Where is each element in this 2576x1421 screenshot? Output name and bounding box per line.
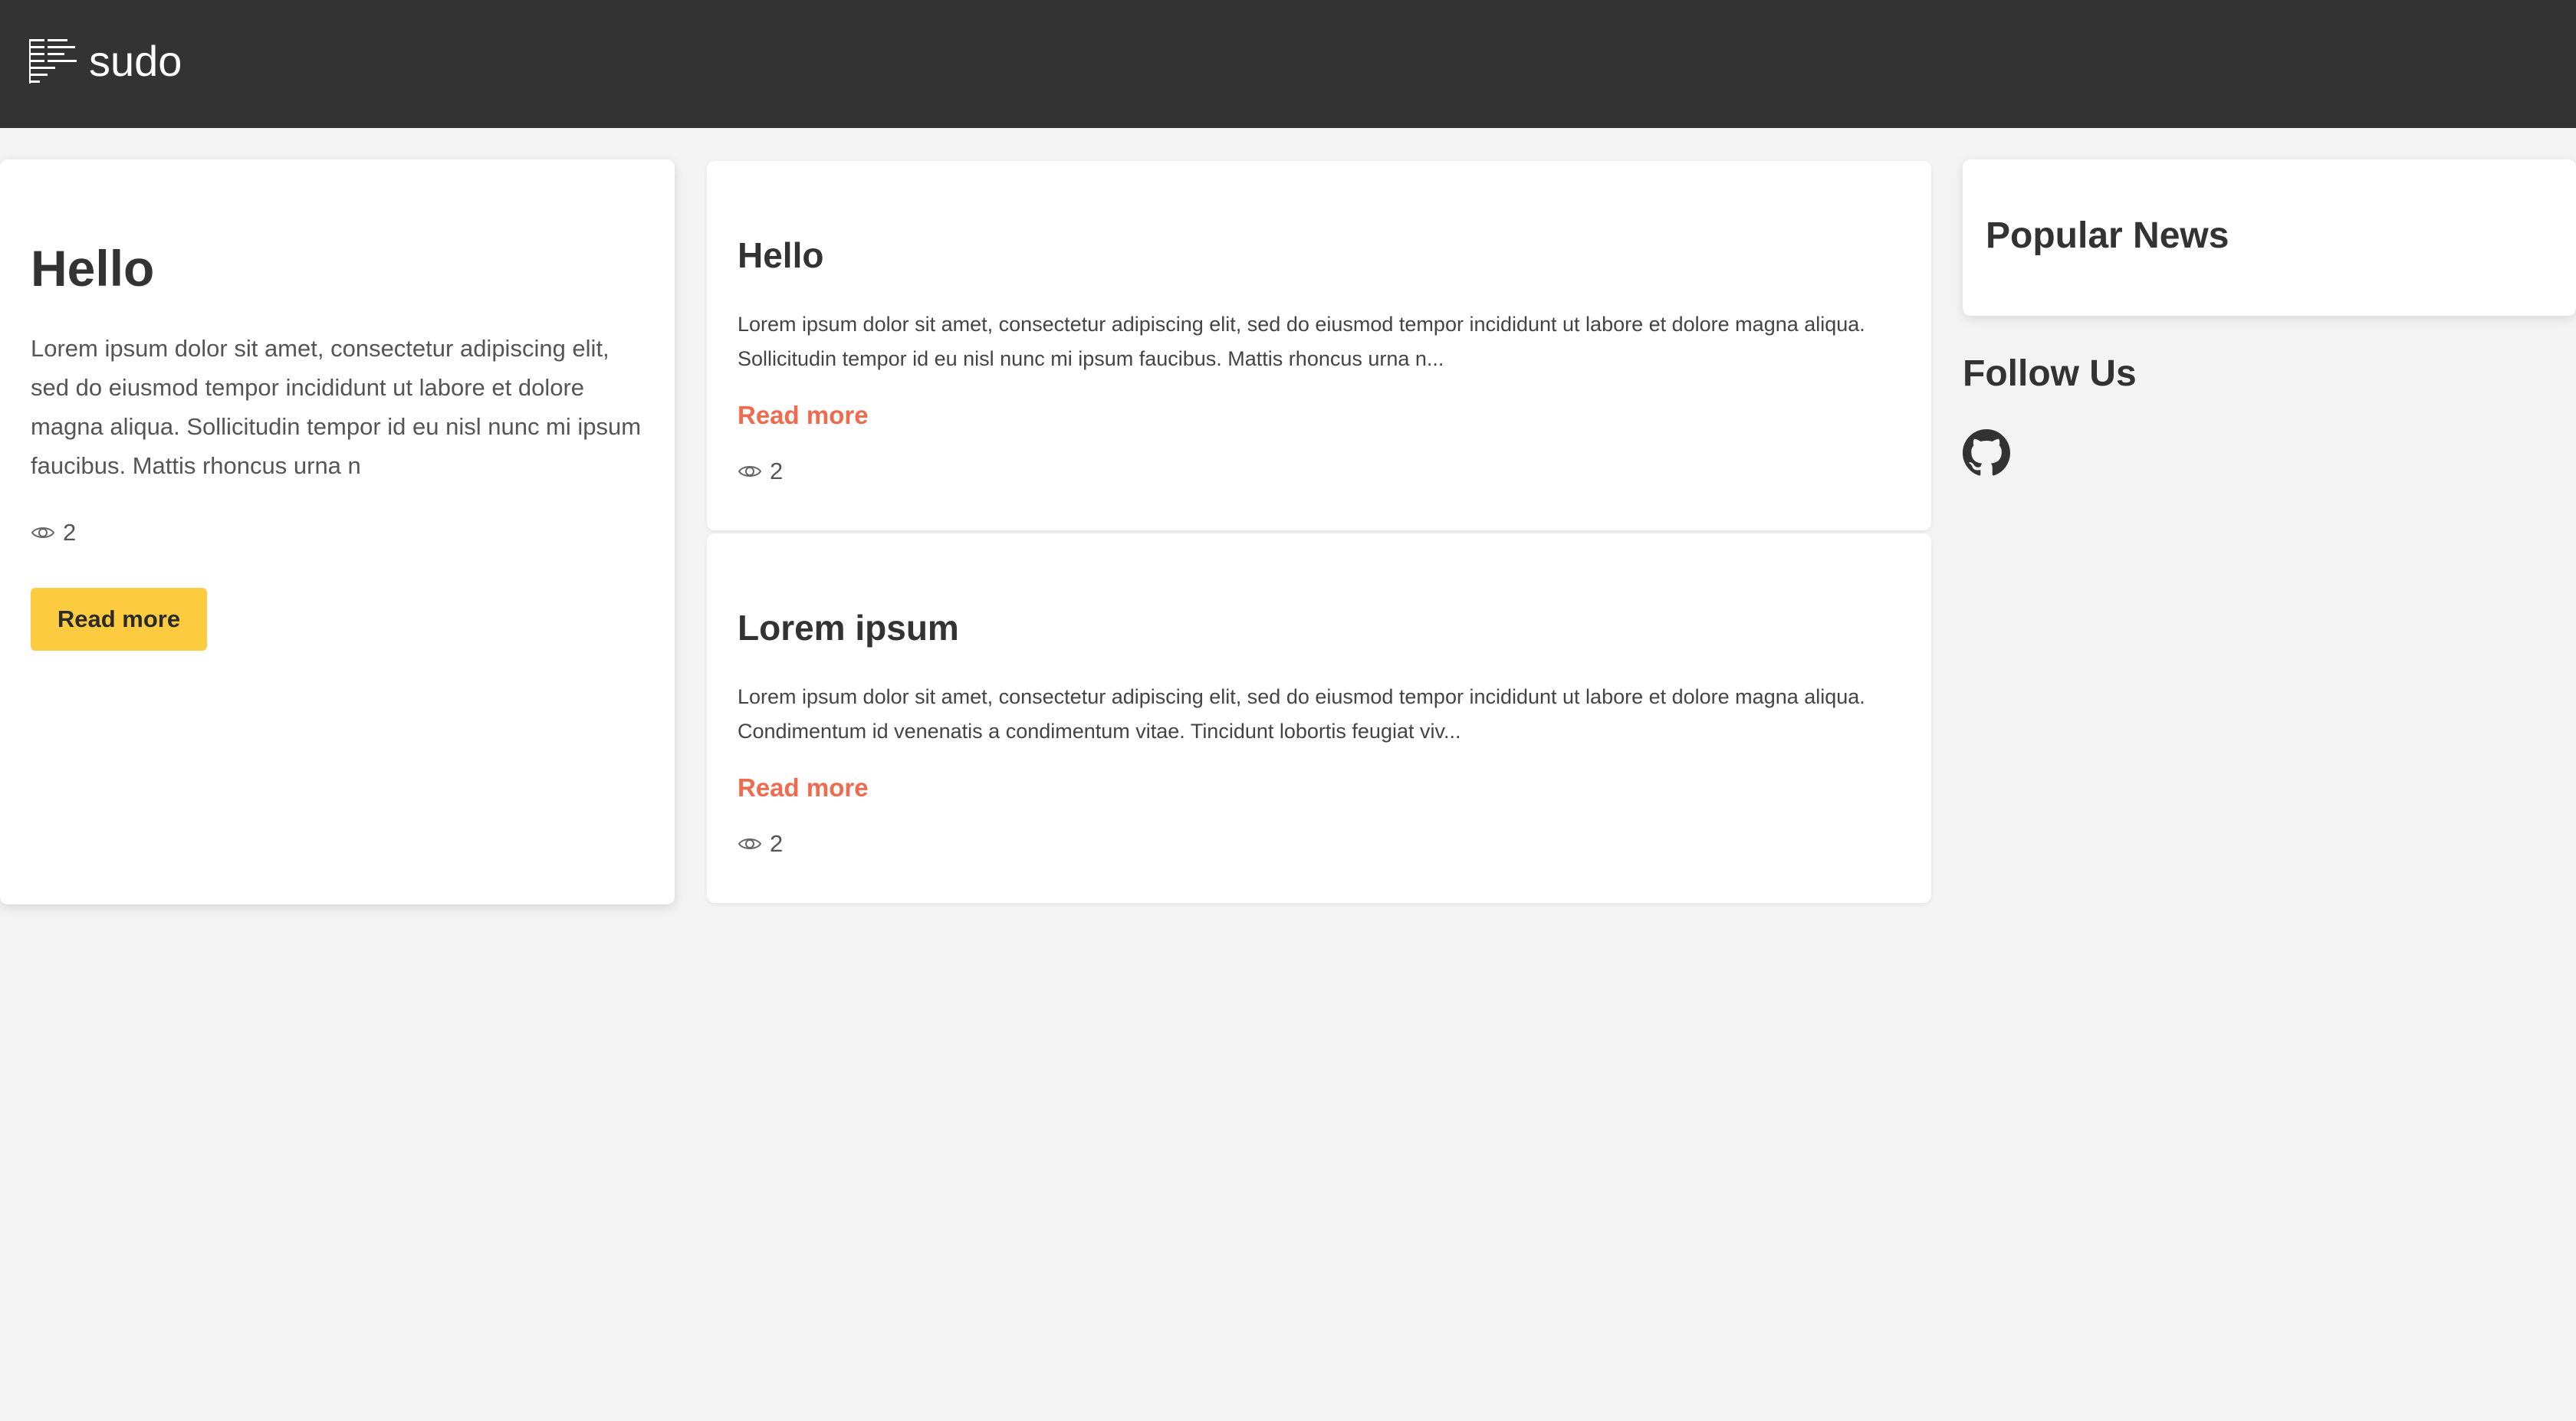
- eye-icon: [31, 527, 55, 538]
- brand-name: sudo: [89, 37, 182, 85]
- post-read-more-link[interactable]: Read more: [738, 401, 869, 430]
- post-views-count: 2: [770, 457, 784, 484]
- featured-post-card: Hello Lorem ipsum dolor sit amet, consec…: [0, 159, 675, 904]
- brand-link[interactable]: sudo: [29, 31, 182, 92]
- menu-lines-logo-icon: [29, 39, 77, 84]
- featured-post-excerpt: Lorem ipsum dolor sit amet, consectetur …: [31, 334, 642, 479]
- popular-news-card: Popular News: [1963, 159, 2576, 316]
- github-link[interactable]: [1963, 429, 2010, 477]
- github-icon: [1963, 429, 2010, 476]
- post-views: 2: [738, 458, 1901, 485]
- navbar: sudo: [0, 0, 2576, 128]
- post-excerpt: Lorem ipsum dolor sit amet, consectetur …: [738, 312, 1865, 370]
- featured-post-views-count: 2: [63, 518, 77, 546]
- post-title: Hello: [738, 235, 824, 275]
- post-views: 2: [738, 830, 1901, 858]
- post-card: Lorem ipsum Lorem ipsum dolor sit amet, …: [707, 533, 1931, 903]
- post-title: Lorem ipsum: [738, 608, 959, 648]
- eye-icon: [738, 838, 762, 849]
- post-read-more-link[interactable]: Read more: [738, 773, 869, 802]
- post-excerpt: Lorem ipsum dolor sit amet, consectetur …: [738, 684, 1865, 743]
- featured-post-views: 2: [31, 519, 644, 546]
- post-card: Hello Lorem ipsum dolor sit amet, consec…: [707, 161, 1931, 530]
- eye-icon: [738, 465, 762, 477]
- follow-us-title: Follow Us: [1963, 353, 2137, 394]
- popular-news-title: Popular News: [1986, 215, 2229, 256]
- featured-read-more-button[interactable]: Read more: [31, 587, 207, 651]
- post-views-count: 2: [770, 829, 784, 857]
- featured-post-title: Hello: [31, 240, 155, 297]
